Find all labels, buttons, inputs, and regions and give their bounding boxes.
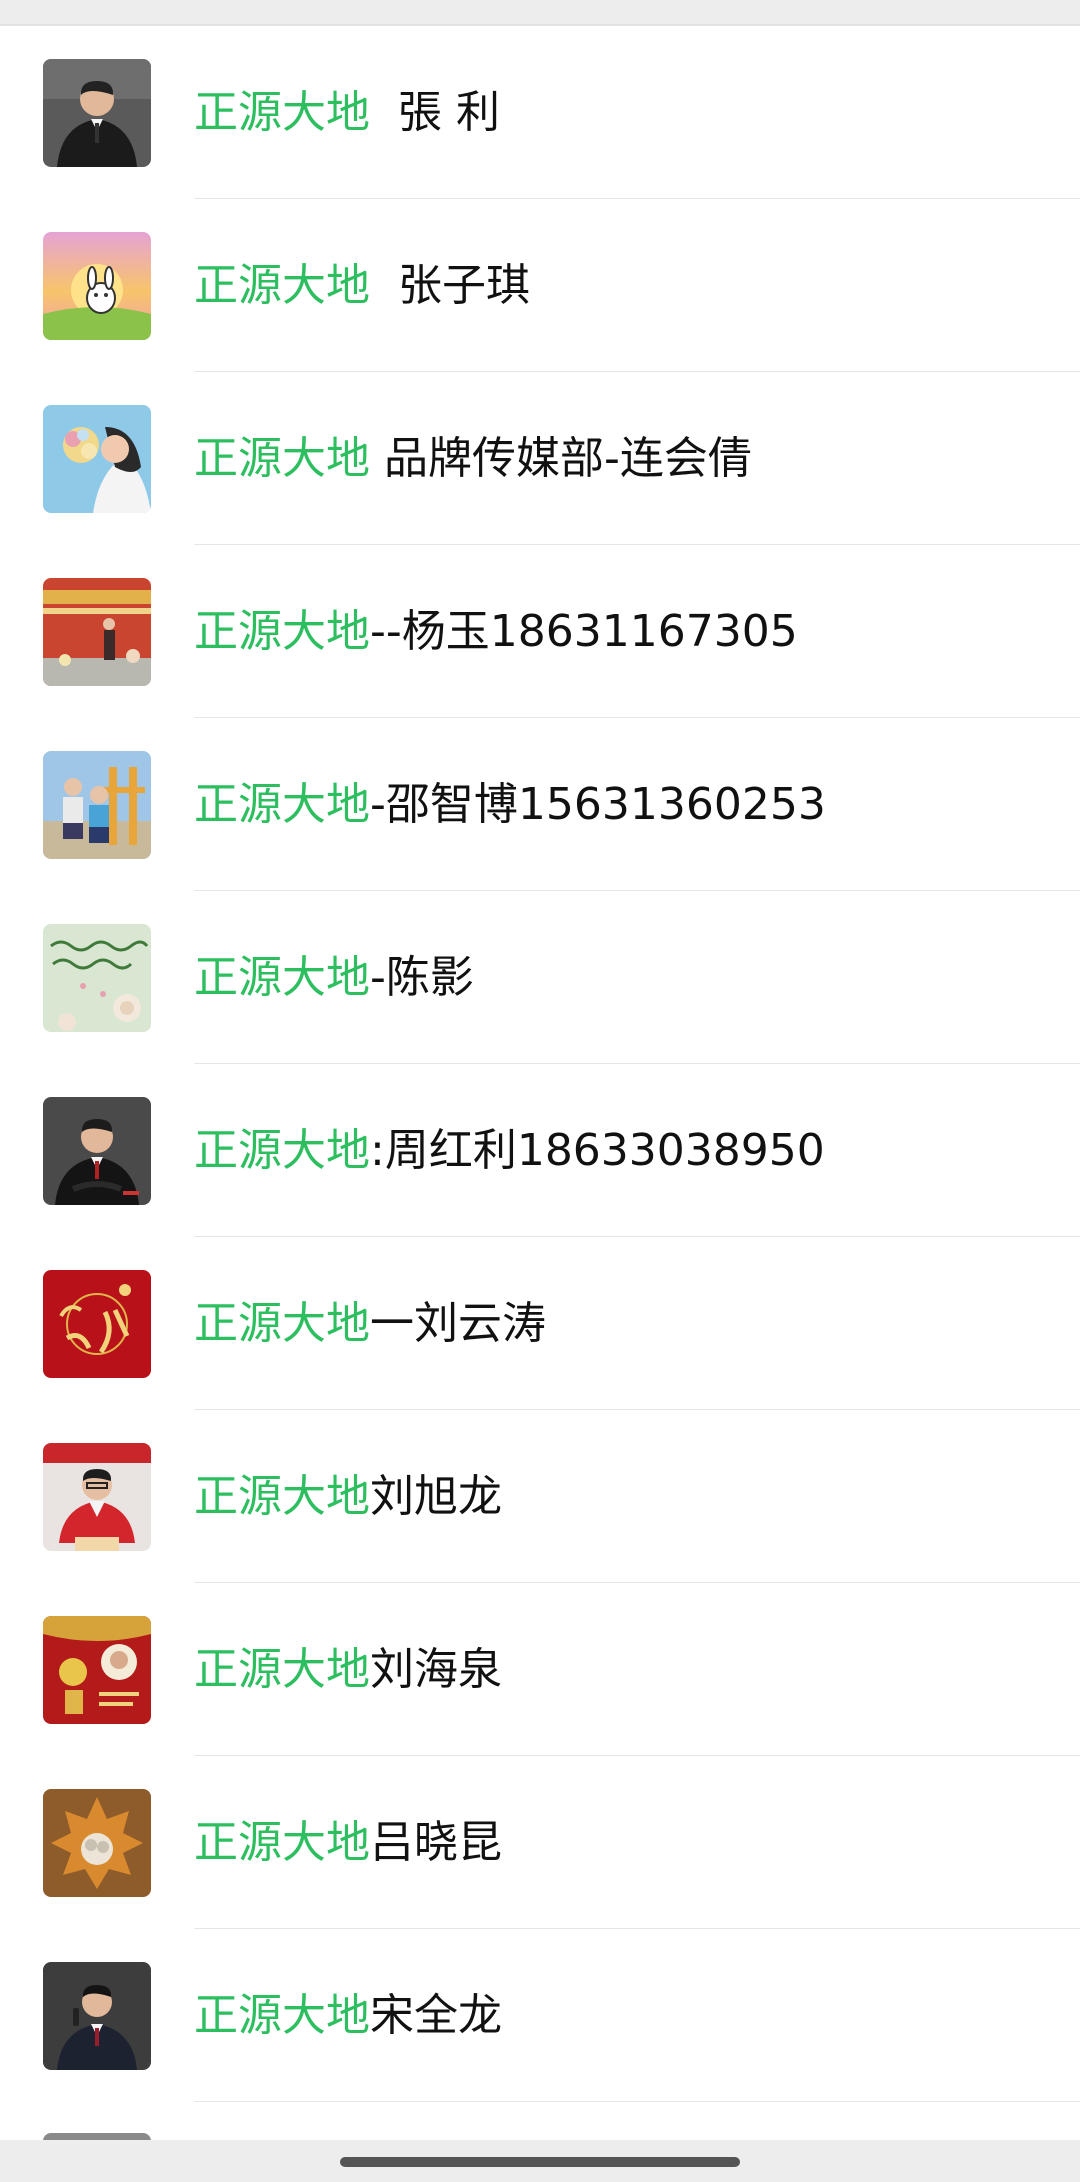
contact-row[interactable]: 正源大地 品牌传媒部-连会倩 [0, 372, 1080, 545]
red-new-year-avatar-icon [43, 1270, 151, 1378]
contact-name: 正源大地-陈影 [194, 891, 474, 1064]
contact-name-rest: 宋全龙 [370, 1990, 502, 2041]
woman-with-flowers-photo-icon [43, 405, 151, 513]
man-in-suit-photo-icon [43, 1097, 151, 1205]
contact-row[interactable]: 正源大地一刘云涛 [0, 1237, 1080, 1410]
contact-name: 正源大地吕晓昆 [194, 1756, 502, 1929]
contact-row[interactable]: 正源大地--杨玉18631167305 [0, 545, 1080, 718]
avatar [43, 1097, 151, 1205]
contact-row[interactable]: 正源大地吕晓昆 [0, 1756, 1080, 1929]
contact-name: 正源大地一刘云涛 [194, 1237, 546, 1410]
contact-name-rest: :周红利18633038950 [370, 1125, 825, 1176]
contact-name: 正源大地刘旭龙 [194, 1410, 502, 1583]
contact-name-rest: 一刘云涛 [370, 1298, 546, 1349]
search-highlight: 正源大地 [194, 1298, 370, 1349]
man-in-suit-photo-icon [43, 59, 151, 167]
contact-name: 正源大地 张子琪 [194, 199, 530, 372]
contact-row[interactable]: 正源大地 張 利 [0, 26, 1080, 199]
avatar [43, 924, 151, 1032]
avatar [43, 1616, 151, 1724]
man-red-jacket-photo-icon [43, 1443, 151, 1551]
search-highlight: 正源大地 [194, 260, 370, 311]
red-banner-photo-icon [43, 578, 151, 686]
avatar [43, 578, 151, 686]
avatar [43, 232, 151, 340]
man-with-mic-photo-icon [43, 1962, 151, 2070]
search-highlight: 正源大地 [194, 87, 370, 138]
contact-name-rest: -邵智博15631360253 [370, 779, 826, 830]
contact-name-rest: 刘海泉 [370, 1644, 502, 1695]
avatar [43, 1962, 151, 2070]
contact-search-screen: 正源大地 張 利 正源大地 张子琪 正源大地 品牌传媒部-连会倩 正源大地--杨… [0, 0, 1080, 2182]
search-highlight: 正源大地 [194, 952, 370, 1003]
contact-row[interactable]: 正源大地-邵智博15631360253 [0, 718, 1080, 891]
contact-name: 正源大地 品牌传媒部-连会倩 [194, 372, 752, 545]
flower-calligraphy-avatar-icon [43, 924, 151, 1032]
contact-row[interactable]: 正源大地刘海泉 [0, 1583, 1080, 1756]
search-highlight: 正源大地 [194, 1817, 370, 1868]
contact-name: 正源大地--杨玉18631167305 [194, 545, 798, 718]
search-highlight: 正源大地 [194, 1990, 370, 2041]
avatar [43, 1789, 151, 1897]
contact-name: 正源大地宋全龙 [194, 1929, 502, 2102]
contact-list[interactable]: 正源大地 張 利 正源大地 张子琪 正源大地 品牌传媒部-连会倩 正源大地--杨… [0, 26, 1080, 2102]
contact-name-rest: 刘旭龙 [370, 1471, 502, 1522]
top-divider [0, 0, 1080, 26]
search-highlight: 正源大地 [194, 606, 370, 657]
contact-row[interactable]: 正源大地-陈影 [0, 891, 1080, 1064]
contact-name: 正源大地刘海泉 [194, 1583, 502, 1756]
contact-row[interactable]: 正源大地:周红利18633038950 [0, 1064, 1080, 1237]
search-highlight: 正源大地 [194, 1125, 370, 1176]
contact-name-rest: --杨玉18631167305 [370, 606, 798, 657]
contact-name: 正源大地 張 利 [194, 26, 500, 199]
contact-name-rest: -陈影 [370, 952, 474, 1003]
search-highlight: 正源大地 [194, 433, 370, 484]
contact-name-rest: 張 利 [370, 87, 500, 138]
avatar [43, 1443, 151, 1551]
autumn-leaf-avatar-icon [43, 1789, 151, 1897]
children-playground-photo-icon [43, 751, 151, 859]
avatar [43, 405, 151, 513]
contact-row[interactable]: 正源大地 张子琪 [0, 199, 1080, 372]
home-indicator[interactable] [340, 2157, 740, 2167]
search-highlight: 正源大地 [194, 1644, 370, 1695]
avatar [43, 59, 151, 167]
contact-name-rest: 吕晓昆 [370, 1817, 502, 1868]
contact-name-rest: 品牌传媒部-连会倩 [370, 433, 752, 484]
contact-name: 正源大地-邵智博15631360253 [194, 718, 826, 891]
search-highlight: 正源大地 [194, 1471, 370, 1522]
avatar [43, 751, 151, 859]
contact-name-rest: 张子琪 [370, 260, 530, 311]
red-festive-avatar-icon [43, 1616, 151, 1724]
search-highlight: 正源大地 [194, 779, 370, 830]
cartoon-sunset-avatar-icon [43, 232, 151, 340]
contact-row[interactable]: 正源大地刘旭龙 [0, 1410, 1080, 1583]
contact-name: 正源大地:周红利18633038950 [194, 1064, 825, 1237]
contact-row[interactable]: 正源大地宋全龙 [0, 1929, 1080, 2102]
avatar [43, 1270, 151, 1378]
